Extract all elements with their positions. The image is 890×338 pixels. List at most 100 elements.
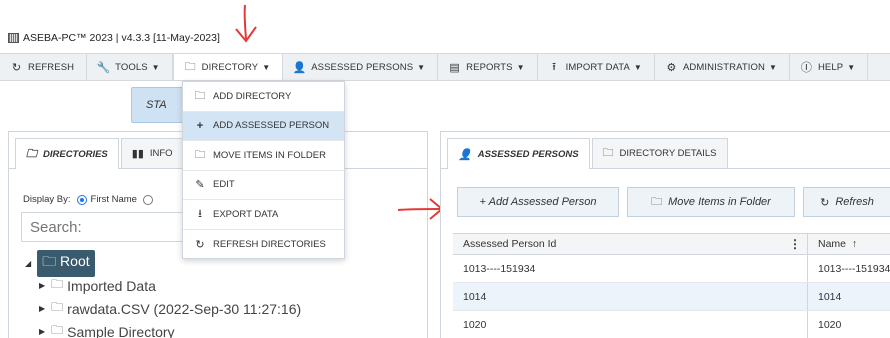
assessed-persons-grid: Assessed Person Id ⋮ Name ↑ 1013----1519… [453, 233, 890, 338]
cell-id: 1014 [463, 290, 487, 303]
menu-import-data[interactable]: ⭱ IMPORT DATA ▼ [538, 54, 655, 80]
button-label: Refresh [835, 196, 874, 208]
tree-node[interactable]: ▶ 🗀 Sample Directory [25, 320, 301, 338]
menu-reports[interactable]: ▤ REPORTS ▼ [438, 54, 538, 80]
caret-down-icon: ▼ [768, 62, 777, 72]
table-row[interactable]: 1020 1020 [453, 311, 890, 338]
menu-label: ASSESSED PERSONS [311, 61, 414, 73]
move-items-button[interactable]: 🗀 Move Items in Folder [627, 187, 795, 217]
menu-item-add-assessed-person[interactable]: + ADD ASSESSED PERSON [183, 111, 344, 141]
table-row[interactable]: 1013----151934 1013----151934 [453, 255, 890, 283]
menu-assessed-persons[interactable]: 👤 ASSESSED PERSONS ▼ [283, 54, 439, 80]
person-icon: 👤 [292, 61, 307, 74]
chevron-right-icon[interactable]: ▶ [39, 327, 45, 336]
menu-tools[interactable]: 🔧 TOOLS ▼ [87, 54, 173, 80]
start-button[interactable]: STA [131, 87, 185, 123]
menu-label: TOOLS [115, 61, 148, 73]
menu-refresh[interactable]: ↻ REFRESH [0, 54, 88, 80]
annotation-down-arrow-icon [235, 4, 257, 43]
refresh-icon: ↻ [11, 61, 22, 74]
caret-down-icon: ▼ [151, 62, 160, 72]
caret-down-icon: ▼ [847, 62, 856, 72]
right-tabs: 👤 ASSESSED PERSONS 🗀 DIRECTORY DETAILS [441, 132, 890, 169]
report-icon: ▤ [449, 61, 460, 74]
app-logo-icon [8, 33, 19, 43]
menu-item-label: REFRESH DIRECTORIES [213, 238, 326, 250]
folder-icon: 🗀 [51, 277, 64, 291]
start-button-label: STA [146, 99, 167, 111]
display-by-label: Display By: [23, 194, 71, 205]
menu-label: REFRESH [28, 61, 75, 73]
menu-administration[interactable]: ⚙ ADMINISTRATION ▼ [655, 54, 790, 80]
cell-id: 1020 [463, 318, 487, 331]
radio-first-name[interactable] [76, 194, 87, 205]
button-label: Move Items in Folder [668, 196, 771, 208]
move-folder-icon: 🗀 [651, 195, 663, 208]
table-row[interactable]: 1014 1014 [453, 283, 890, 311]
tree-node[interactable]: ▶ 🗀 Imported Data [25, 274, 301, 297]
chevron-down-icon[interactable]: ◢ [25, 259, 31, 268]
caret-down-icon: ▼ [516, 62, 525, 72]
menu-item-export-data[interactable]: ⭳ EXPORT DATA [183, 200, 344, 230]
cell-name: 1013----151934 [807, 255, 890, 282]
move-folder-icon: 🗀 [194, 148, 206, 161]
menu-label: DIRECTORY [201, 61, 259, 73]
tab-info[interactable]: ▮▮ INFO [120, 138, 184, 168]
column-menu-icon[interactable]: ⋮ [789, 237, 801, 251]
cell-name: 1020 [807, 311, 841, 338]
tab-assessed-persons[interactable]: 👤 ASSESSED PERSONS [447, 138, 590, 169]
main-menubar: ↻ REFRESH 🔧 TOOLS ▼ 🗀 DIRECTORY ▼ 👤 ASSE… [0, 53, 890, 81]
folder-icon: 🗀 [51, 300, 64, 314]
folder-icon: 🗀 [184, 60, 196, 73]
column-header-id[interactable]: Assessed Person Id ⋮ [453, 237, 807, 251]
help-icon: ⓘ [800, 62, 813, 74]
tree-node-label: Imported Data [67, 277, 156, 294]
assessed-persons-toolbar: + Add Assessed Person 🗀 Move Items in Fo… [457, 187, 890, 217]
add-folder-icon: 🗀 [194, 89, 206, 102]
menu-label: HELP [817, 61, 844, 73]
refresh-button[interactable]: ↻ Refresh [803, 187, 890, 217]
info-icon: ▮▮ [131, 148, 144, 160]
refresh-icon: ↻ [195, 238, 205, 251]
button-label: + Add Assessed Person [479, 196, 597, 208]
menu-item-add-directory[interactable]: 🗀 ADD DIRECTORY [183, 82, 344, 112]
wrench-icon: 🔧 [96, 61, 111, 74]
directory-tree: ◢ 🗀 Root ▶ 🗀 Imported Data ▶ 🗀 rawdata.C… [25, 249, 301, 338]
menu-item-refresh-directories[interactable]: ↻ REFRESH DIRECTORIES [183, 230, 344, 260]
tab-directory-details[interactable]: 🗀 DIRECTORY DETAILS [591, 138, 728, 168]
radio-other[interactable] [142, 194, 153, 205]
menu-item-label: MOVE ITEMS IN FOLDER [213, 149, 326, 161]
menu-help[interactable]: ⓘ HELP ▼ [790, 54, 869, 80]
caret-down-icon: ▼ [417, 62, 426, 72]
directory-dropdown-menu: 🗀 ADD DIRECTORY + ADD ASSESSED PERSON 🗀 … [182, 81, 345, 259]
menu-directory[interactable]: 🗀 DIRECTORY ▼ [172, 54, 284, 80]
radio-first-name-label: First Name [90, 194, 137, 205]
menu-item-move-items[interactable]: 🗀 MOVE ITEMS IN FOLDER [183, 141, 344, 171]
person-icon: 👤 [458, 148, 472, 161]
menu-item-edit[interactable]: ✎ EDIT [183, 171, 344, 200]
caret-down-icon: ▼ [262, 62, 271, 72]
column-header-name[interactable]: Name ↑ [807, 234, 857, 254]
cell-name: 1014 [807, 283, 841, 310]
assessed-persons-panel: 👤 ASSESSED PERSONS 🗀 DIRECTORY DETAILS +… [440, 131, 890, 338]
add-assessed-person-button[interactable]: + Add Assessed Person [457, 187, 619, 217]
tab-directories[interactable]: 🗀 DIRECTORIES [15, 138, 119, 169]
chevron-right-icon[interactable]: ▶ [39, 304, 45, 313]
display-by-row: Display By: First Name [23, 194, 157, 205]
root-label[interactable]: 🗀 Root [37, 249, 95, 277]
menu-item-label: ADD ASSESSED PERSON [213, 120, 330, 132]
menu-item-label: EXPORT DATA [213, 208, 279, 220]
sort-ascending-icon: ↑ [851, 238, 858, 250]
caret-down-icon: ▼ [633, 62, 642, 72]
pencil-icon: ✎ [195, 179, 205, 192]
folder-icon: 🗀 [602, 147, 614, 159]
refresh-icon: ↻ [820, 196, 830, 209]
gear-icon: ⚙ [666, 61, 677, 74]
menu-label: IMPORT DATA [565, 61, 630, 73]
tree-node[interactable]: ▶ 🗀 rawdata.CSV (2022-Sep-30 11:27:16) [25, 297, 301, 320]
tree-node-label: Sample Directory [67, 323, 175, 338]
app-title: ASEBA-PC™ 2023 | v4.3.3 [11-May-2023] [23, 32, 220, 44]
app-title-bar: ASEBA-PC™ 2023 | v4.3.3 [11-May-2023] [8, 30, 220, 46]
menu-label: REPORTS [466, 61, 513, 73]
chevron-right-icon[interactable]: ▶ [39, 281, 45, 290]
